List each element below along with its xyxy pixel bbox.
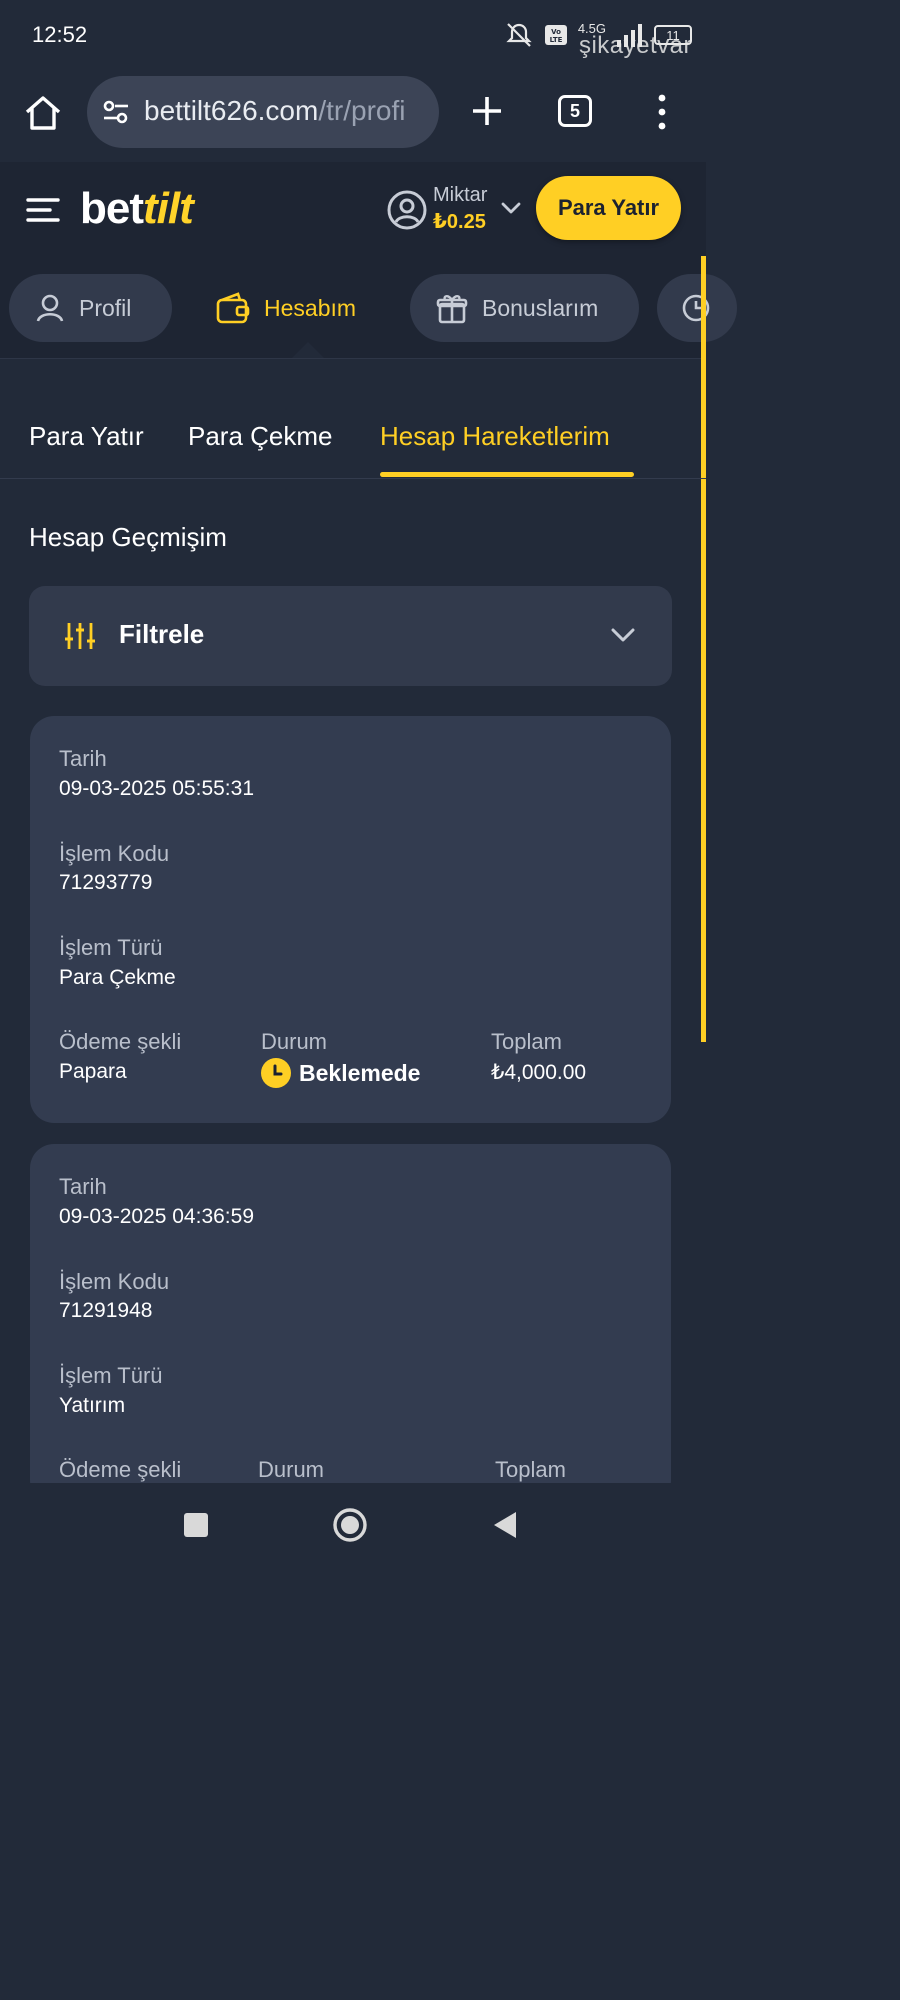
svg-text:Vo: Vo <box>551 28 561 36</box>
tab-bonuslarim[interactable]: Bonuslarım <box>410 274 639 342</box>
active-tab-pointer <box>292 342 324 358</box>
site-settings-icon[interactable] <box>102 98 130 126</box>
code-value: 71291948 <box>59 1299 153 1322</box>
type-value: Yatırım <box>59 1394 126 1417</box>
chevron-down-icon[interactable] <box>500 200 522 216</box>
subtab-hesap-hareketlerim[interactable]: Hesap Hareketlerim <box>380 421 610 452</box>
recents-button[interactable] <box>184 1513 208 1537</box>
mute-icon <box>506 23 532 47</box>
home-icon[interactable] <box>22 92 64 134</box>
subtab-para-yatir[interactable]: Para Yatır <box>29 421 144 452</box>
type-value: Para Çekme <box>59 966 176 989</box>
status-label: Durum <box>258 1457 325 1482</box>
url-path: /tr/profi <box>318 95 406 126</box>
chevron-down-icon[interactable] <box>610 626 636 644</box>
status-time: 12:52 <box>32 22 88 47</box>
date-value: 09-03-2025 05:55:31 <box>59 777 254 800</box>
tab-profil[interactable]: Profil <box>9 274 172 342</box>
transaction-card <box>30 1144 671 1504</box>
wallet-icon <box>216 292 250 324</box>
total-value: ₺4,000.00 <box>491 1061 587 1084</box>
code-label: İşlem Kodu <box>59 841 170 866</box>
status-text: Beklemede <box>299 1059 421 1086</box>
tab-label: Bonuslarım <box>482 294 599 321</box>
filter-sliders-icon <box>65 623 95 649</box>
total-label: Toplam <box>491 1029 562 1054</box>
url-text[interactable]: bettilt626.com/tr/profi <box>144 95 426 127</box>
type-label: İşlem Türü <box>59 1363 163 1388</box>
date-label: Tarih <box>59 1174 107 1199</box>
divider <box>0 478 706 479</box>
status-value: Beklemede <box>261 1058 420 1088</box>
volte-icon: VoLTE <box>544 25 567 45</box>
code-label: İşlem Kodu <box>59 1269 170 1294</box>
balance-value: ₺0.25 <box>433 211 486 233</box>
home-button[interactable] <box>332 1507 368 1543</box>
watermark: şikayetvar <box>578 32 692 59</box>
tab-count: 5 <box>569 100 580 121</box>
back-button[interactable] <box>492 1510 518 1540</box>
subtab-para-cekme[interactable]: Para Çekme <box>188 421 333 452</box>
gift-icon <box>436 295 468 324</box>
section-title: Hesap Geçmişim <box>29 522 227 552</box>
active-subtab-underline <box>380 472 634 477</box>
filter-label[interactable]: Filtrele <box>119 619 204 650</box>
tab-more[interactable] <box>657 274 737 342</box>
menu-icon[interactable] <box>26 196 60 224</box>
clock-icon <box>261 1058 291 1088</box>
deposit-button[interactable]: Para Yatır <box>536 176 681 240</box>
site-logo[interactable]: bettilt <box>80 184 194 234</box>
tab-label: Profil <box>79 294 132 321</box>
date-value: 09-03-2025 04:36:59 <box>59 1205 254 1228</box>
new-tab-icon[interactable] <box>466 90 508 132</box>
balance-label: Miktar <box>433 184 488 206</box>
tab-hesabim[interactable]: Hesabım <box>190 274 390 342</box>
date-label: Tarih <box>59 746 107 771</box>
status-label: Durum <box>261 1029 328 1054</box>
url-domain: bettilt626.com <box>144 95 319 126</box>
logo-main: bet <box>80 184 144 233</box>
user-icon <box>36 294 64 322</box>
type-label: İşlem Türü <box>59 935 163 960</box>
total-label: Toplam <box>495 1457 566 1482</box>
payment-label: Ödeme şekli <box>59 1457 182 1482</box>
scrollbar[interactable] <box>701 256 706 1042</box>
more-options-icon[interactable] <box>652 94 672 130</box>
tab-switcher-button[interactable]: 5 <box>558 95 592 127</box>
code-value: 71293779 <box>59 871 153 894</box>
payment-label: Ödeme şekli <box>59 1029 182 1054</box>
tab-label: Hesabım <box>264 294 357 321</box>
svg-text:LTE: LTE <box>549 36 562 44</box>
account-icon[interactable] <box>386 189 428 231</box>
logo-accent: tilt <box>143 184 194 233</box>
payment-value: Papara <box>59 1060 127 1083</box>
history-icon <box>682 294 710 322</box>
